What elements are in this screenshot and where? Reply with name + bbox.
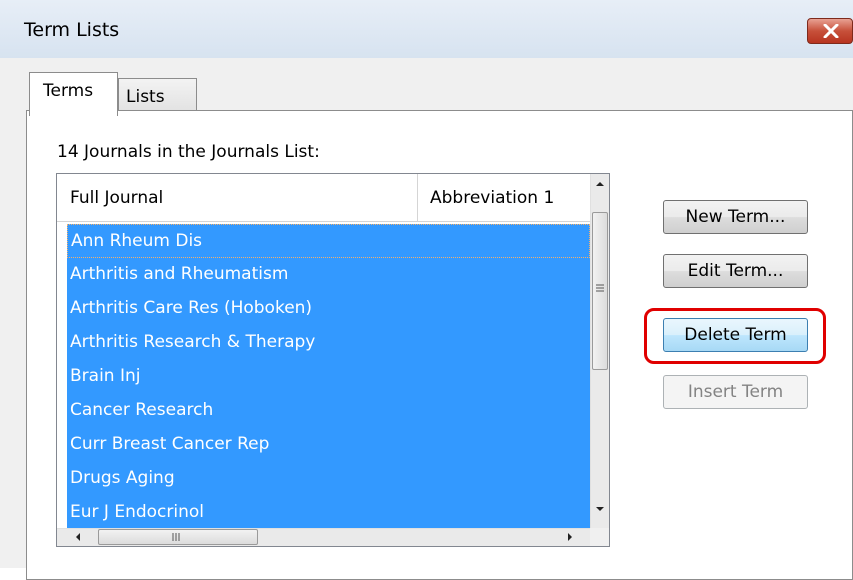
list-item[interactable]: Eur J Endocrinol xyxy=(67,496,590,528)
tab-terms-label: Terms xyxy=(43,81,94,101)
list-item-label: Ann Rheum Dis xyxy=(71,231,203,251)
tab-lists[interactable]: Lists xyxy=(118,78,197,110)
list-item[interactable]: Drugs Aging xyxy=(67,462,590,496)
list-item-label: Eur J Endocrinol xyxy=(70,502,204,522)
list-item[interactable]: Arthritis Research & Therapy xyxy=(67,326,590,360)
tab-lists-label: Lists xyxy=(126,87,165,107)
list-header: Full Journal Abbreviation 1 xyxy=(57,174,590,222)
column-divider[interactable] xyxy=(417,174,418,221)
term-lists-window: Term Lists Terms Lists 14 Journals in th… xyxy=(0,0,853,580)
edit-term-button[interactable]: Edit Term... xyxy=(663,254,808,288)
list-item[interactable]: Curr Breast Cancer Rep xyxy=(67,428,590,462)
grip-icon xyxy=(172,533,180,541)
column-header-full-journal[interactable]: Full Journal xyxy=(70,188,163,208)
grip-icon xyxy=(596,284,604,292)
scroll-down-arrow-icon[interactable] xyxy=(593,503,607,515)
scroll-right-arrow-icon[interactable] xyxy=(564,531,576,543)
title-bar[interactable]: Term Lists xyxy=(0,0,853,58)
new-term-button[interactable]: New Term... xyxy=(663,200,808,234)
highlight-annotation xyxy=(644,308,826,364)
list-item[interactable]: Cancer Research xyxy=(67,394,590,428)
column-header-abbreviation[interactable]: Abbreviation 1 xyxy=(430,188,554,208)
list-item-label: Brain Inj xyxy=(70,366,141,386)
list-item[interactable]: Arthritis and Rheumatism xyxy=(67,258,590,292)
insert-term-button[interactable]: Insert Term xyxy=(663,375,808,409)
list-rows: Ann Rheum Dis Arthritis and Rheumatism A… xyxy=(67,224,590,528)
close-button[interactable] xyxy=(807,18,853,44)
list-item-label: Arthritis Research & Therapy xyxy=(70,332,316,352)
list-item-label: Cancer Research xyxy=(70,400,214,420)
window-title: Term Lists xyxy=(24,19,120,41)
list-item-label: Curr Breast Cancer Rep xyxy=(70,434,270,454)
list-item[interactable]: Arthritis Care Res (Hoboken) xyxy=(67,292,590,326)
list-item[interactable]: Ann Rheum Dis xyxy=(67,224,590,258)
list-item-label: Arthritis and Rheumatism xyxy=(70,264,289,284)
journal-count-label: 14 Journals in the Journals List: xyxy=(57,142,320,162)
close-icon xyxy=(823,24,839,38)
scroll-up-arrow-icon[interactable] xyxy=(593,178,607,190)
scroll-left-arrow-icon[interactable] xyxy=(72,531,84,543)
list-item-label: Drugs Aging xyxy=(70,468,175,488)
list-item-label: Arthritis Care Res (Hoboken) xyxy=(70,298,313,318)
scroll-corner xyxy=(590,528,609,546)
tab-terms[interactable]: Terms xyxy=(29,72,118,116)
list-item[interactable]: Brain Inj xyxy=(67,360,590,394)
